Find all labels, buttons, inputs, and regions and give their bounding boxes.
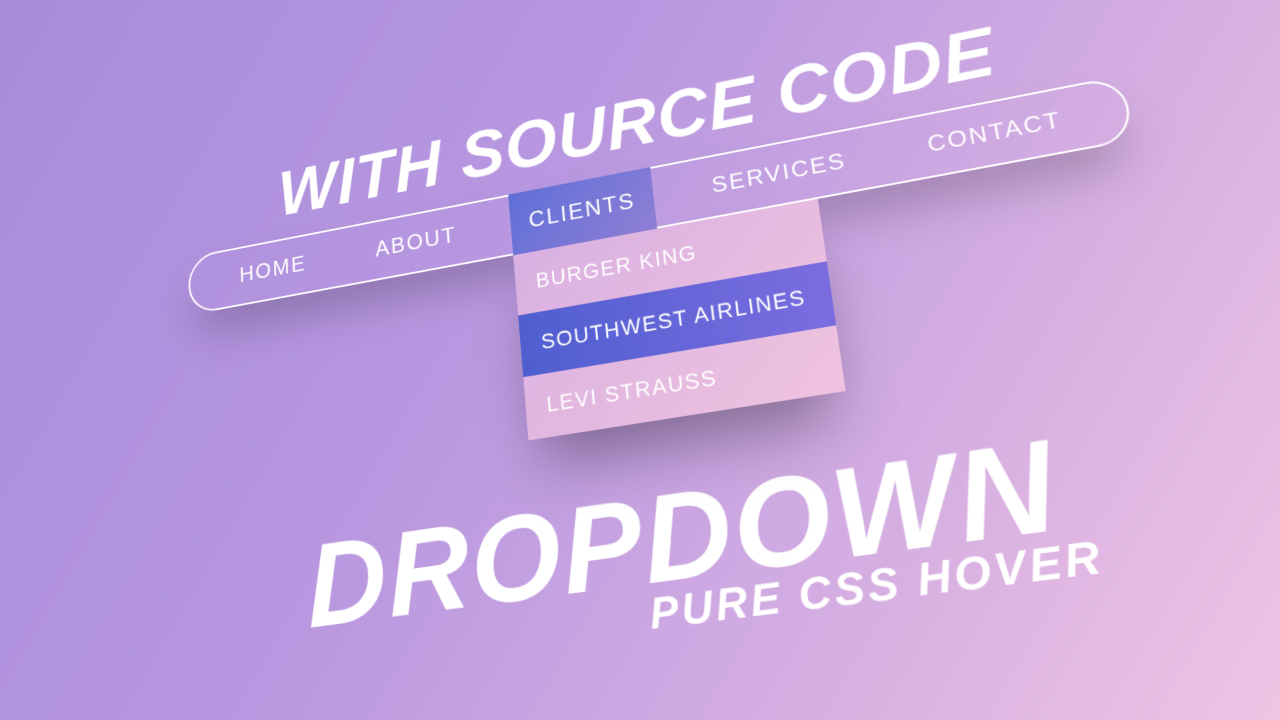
nav-item-about[interactable]: ABOUT <box>357 204 477 282</box>
scene: WITH SOURCE CODE HOME ABOUT CLIENTS BURG… <box>187 0 1227 695</box>
nav-item-home[interactable]: HOME <box>222 233 324 307</box>
heading-bottom-group: DROPDOWN PURE CSS HOVER <box>193 405 1227 695</box>
dropdown-menu: BURGER KING SOUTHWEST AIRLINES LEVI STRA… <box>513 199 846 441</box>
nav-item-label: CLIENTS <box>528 189 637 233</box>
